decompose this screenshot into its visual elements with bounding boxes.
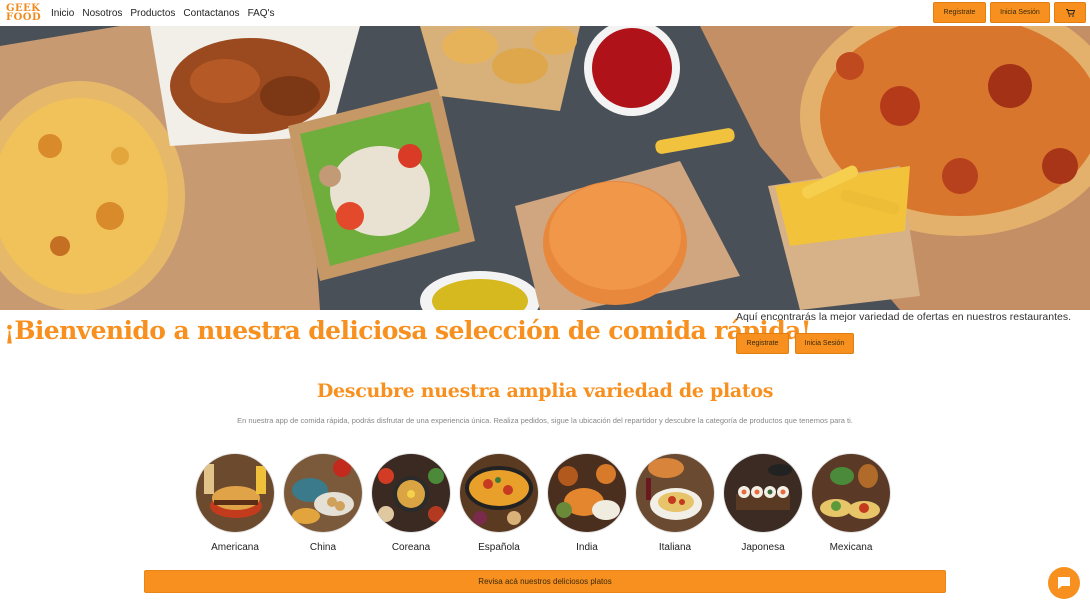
welcome-side-panel: Aquí encontrarás la mejor variedad de of… xyxy=(736,311,1071,354)
logo-line-2: FOOD xyxy=(6,12,42,23)
nav-link-inicio[interactable]: Inicio xyxy=(51,8,74,19)
section-title: Descubre nuestra amplia variedad de plat… xyxy=(316,380,774,402)
welcome-register-button[interactable]: Registrate xyxy=(736,333,789,354)
category-coreana[interactable]: Coreana xyxy=(372,454,450,553)
nav-link-faqs[interactable]: FAQ's xyxy=(248,8,275,19)
category-image-china[interactable] xyxy=(284,454,362,532)
category-japonesa[interactable]: Japonesa xyxy=(724,454,802,553)
welcome-title: ¡Bienvenido a nuestra deliciosa selecció… xyxy=(4,316,812,345)
nav-link-contactanos[interactable]: Contactanos xyxy=(183,8,239,19)
category-image-espanola[interactable] xyxy=(460,454,538,532)
chat-icon xyxy=(1058,577,1070,589)
category-image-japonesa[interactable] xyxy=(724,454,802,532)
nav-links: Inicio Nosotros Productos Contactanos FA… xyxy=(51,8,274,19)
category-china[interactable]: China xyxy=(284,454,362,553)
cart-icon xyxy=(1065,8,1075,17)
category-india[interactable]: India xyxy=(548,454,626,553)
category-label: Mexicana xyxy=(829,542,873,553)
category-label: Japonesa xyxy=(741,542,785,553)
category-label: Italiana xyxy=(658,542,692,553)
category-espanola[interactable]: Española xyxy=(460,454,538,553)
category-label: Americana xyxy=(211,542,259,553)
section-description: En nuestra app de comida rápida, podrás … xyxy=(237,416,853,425)
browse-dishes-button[interactable]: Revisa acá nuestros deliciosos platos xyxy=(144,570,946,593)
category-label: Coreana xyxy=(391,542,431,553)
login-button[interactable]: Inicia Sesión xyxy=(990,2,1050,23)
nav-link-nosotros[interactable]: Nosotros xyxy=(82,8,122,19)
navbar: GEEK FOOD Inicio Nosotros Productos Cont… xyxy=(0,0,1090,26)
welcome-actions: Registrate Inicia Sesión xyxy=(736,333,1071,354)
category-list: Americana China Coreana Española India I… xyxy=(196,454,890,553)
category-label: Española xyxy=(478,542,520,553)
category-mexicana[interactable]: Mexicana xyxy=(812,454,890,553)
welcome-text: Aquí encontrarás la mejor variedad de of… xyxy=(736,311,1072,323)
category-image-india[interactable] xyxy=(548,454,626,532)
chat-button[interactable] xyxy=(1048,567,1080,599)
nav-actions: Registrate Inicia Sesión xyxy=(933,2,1086,23)
category-label: China xyxy=(309,542,337,553)
category-italiana[interactable]: Italiana xyxy=(636,454,714,553)
category-americana[interactable]: Americana xyxy=(196,454,274,553)
category-image-americana[interactable] xyxy=(196,454,274,532)
hero-food-image xyxy=(0,26,1090,310)
cart-button[interactable] xyxy=(1054,2,1086,23)
brand-logo[interactable]: GEEK FOOD xyxy=(6,4,46,23)
category-label: India xyxy=(576,542,598,553)
nav-link-productos[interactable]: Productos xyxy=(130,8,175,19)
category-image-mexicana[interactable] xyxy=(812,454,890,532)
category-image-coreana[interactable] xyxy=(372,454,450,532)
category-image-italiana[interactable] xyxy=(636,454,714,532)
hero-banner xyxy=(0,26,1090,310)
welcome-login-button[interactable]: Inicia Sesión xyxy=(795,333,854,354)
register-button[interactable]: Registrate xyxy=(933,2,986,23)
